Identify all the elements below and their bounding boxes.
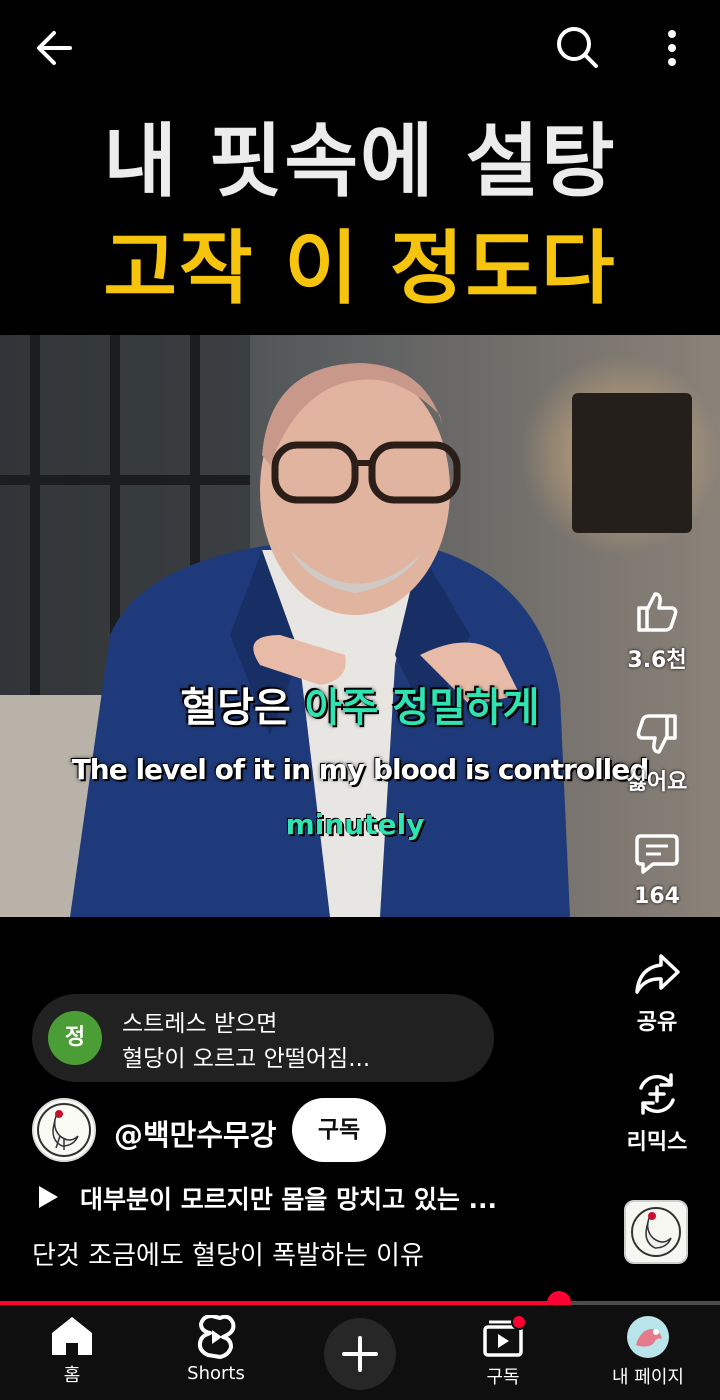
crane-logo-icon	[631, 1207, 681, 1257]
caption-korean-white: 혈당은	[180, 685, 291, 731]
remix-label: 리믹스	[626, 1130, 688, 1155]
comment-text-line-2: 혈당이 오르고 안떨어짐...	[122, 1046, 371, 1072]
nav-shorts-label: Shorts	[187, 1363, 245, 1384]
video-description[interactable]: 단것 조금에도 혈당이 폭발하는 이유	[32, 1235, 424, 1272]
more-vertical-icon[interactable]	[652, 22, 692, 72]
share-label: 공유	[636, 1010, 678, 1035]
channel-avatar[interactable]	[32, 1098, 96, 1162]
arrow-left-icon[interactable]	[30, 24, 82, 72]
nav-you-label: 내 페이지	[612, 1367, 684, 1388]
sound-thumbnail[interactable]	[624, 1200, 688, 1264]
channel-row: @백만수무강 구독	[32, 1098, 592, 1164]
crane-logo-icon	[37, 1103, 91, 1157]
profile-avatar-icon	[627, 1316, 669, 1358]
search-icon[interactable]	[552, 22, 602, 72]
like-count: 3.6천	[627, 648, 687, 673]
headline-line-2: 고작 이 정도다	[103, 222, 617, 315]
nav-you[interactable]: 내 페이지	[593, 1315, 703, 1389]
dislike-button[interactable]: 싫어요	[602, 710, 712, 796]
play-icon	[39, 1186, 58, 1208]
nav-shorts[interactable]: Shorts	[161, 1315, 271, 1384]
remix-button[interactable]: 리믹스	[602, 1070, 712, 1156]
share-icon	[635, 954, 680, 994]
comment-avatar: 정	[48, 1011, 102, 1065]
comment-count: 164	[634, 884, 680, 909]
comments-button[interactable]: 164	[602, 830, 712, 909]
thumbs-down-icon	[636, 714, 677, 754]
nav-home[interactable]: 홈	[17, 1315, 127, 1387]
video-headline: 내 핏속에 설탕 고작 이 정도다	[0, 110, 720, 324]
like-button[interactable]: 3.6천	[602, 588, 712, 674]
headline-line-1: 내 핏속에 설탕	[103, 115, 617, 208]
plus-icon	[342, 1336, 378, 1372]
home-icon	[52, 1317, 92, 1355]
playlist-title: 대부분이 모르지만 몸을 망치고 있는 ...	[80, 1185, 498, 1214]
bottom-nav: 홈 Shorts 구독 내 페이지	[0, 1305, 720, 1400]
thumbs-up-icon	[637, 592, 678, 632]
share-button[interactable]: 공유	[602, 950, 712, 1036]
subscribe-button[interactable]: 구독	[292, 1098, 386, 1162]
remix-icon	[639, 1073, 675, 1115]
shorts-icon	[197, 1315, 236, 1359]
dislike-label: 싫어요	[626, 770, 688, 795]
subscriptions-icon	[483, 1315, 527, 1357]
create-button[interactable]	[324, 1318, 396, 1390]
caption-korean-green: 아주 정밀하게	[304, 685, 540, 731]
playlist-link[interactable]: 대부분이 모르지만 몸을 망치고 있는 ...	[36, 1178, 596, 1218]
comment-icon	[635, 834, 679, 874]
top-bar	[0, 0, 720, 100]
nav-subscriptions[interactable]: 구독	[448, 1315, 558, 1389]
channel-name[interactable]: @백만수무강	[114, 1112, 276, 1154]
comment-text-line-1: 스트레스 받으면	[122, 1011, 278, 1037]
nav-subscriptions-label: 구독	[486, 1367, 520, 1388]
comment-preview[interactable]: 정 스트레스 받으면 혈당이 오르고 안떨어짐...	[32, 994, 494, 1082]
nav-home-label: 홈	[63, 1365, 81, 1386]
